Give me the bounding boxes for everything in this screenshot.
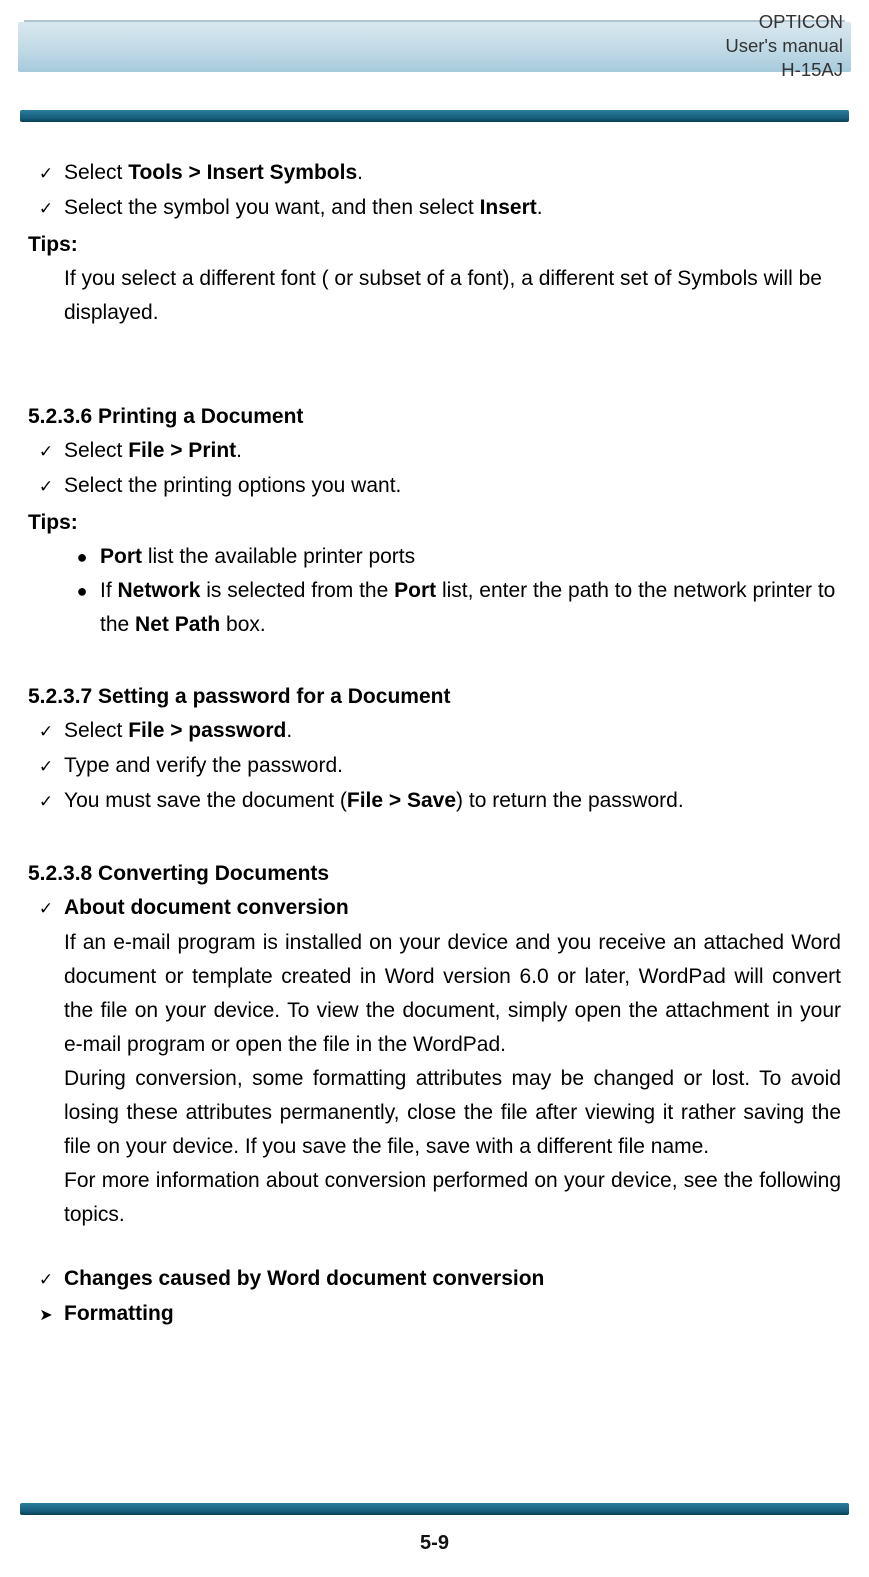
sub-bullet: ● Port list the available printer ports xyxy=(28,540,841,574)
tips-label: Tips: xyxy=(28,228,841,262)
step-text: Select Tools > Insert Symbols. xyxy=(64,156,841,190)
list-item: ✓ Type and verify the password. xyxy=(28,749,841,784)
check-icon: ✓ xyxy=(28,192,64,226)
bottom-bar xyxy=(20,1503,849,1515)
step-text: Select File > password. xyxy=(64,714,841,748)
section-heading-printing: 5.2.3.6 Printing a Document xyxy=(28,400,841,434)
sub-bullet: ● If Network is selected from the Port l… xyxy=(28,574,841,642)
body-content: ✓ Select Tools > Insert Symbols. ✓ Selec… xyxy=(0,122,869,1413)
tips-label: Tips: xyxy=(28,506,841,540)
paragraph: If an e-mail program is installed on you… xyxy=(64,926,841,1062)
paragraph: For more information about conversion pe… xyxy=(64,1164,841,1232)
step-text: Select File > Print. xyxy=(64,434,841,468)
tip-paragraph: If you select a different font ( or subs… xyxy=(64,262,841,330)
check-icon: ✓ xyxy=(28,435,64,469)
chevron-right-icon: ➤ xyxy=(28,1299,64,1333)
dot-icon: ● xyxy=(64,540,100,574)
page-header: OPTICON User's manual H-15AJ xyxy=(0,0,869,110)
list-item: ➤ Formatting xyxy=(28,1297,841,1333)
sub-heading: About document conversion xyxy=(64,891,841,925)
doc-label: User's manual xyxy=(725,34,843,58)
sub-heading: Changes caused by Word document conversi… xyxy=(64,1262,841,1296)
section-heading-converting: 5.2.3.8 Converting Documents xyxy=(28,857,841,891)
check-icon: ✓ xyxy=(28,1263,64,1297)
bullet-text: Port list the available printer ports xyxy=(100,540,841,574)
step-text: Type and verify the password. xyxy=(64,749,841,783)
step-text: You must save the document (File > Save)… xyxy=(64,784,841,818)
list-item: ✓ Changes caused by Word document conver… xyxy=(28,1262,841,1297)
list-item: ✓ Select Tools > Insert Symbols. xyxy=(28,156,841,191)
paragraph: During conversion, some formatting attri… xyxy=(64,1062,841,1164)
header-rule xyxy=(24,20,845,25)
bullet-text: If Network is selected from the Port lis… xyxy=(100,574,841,642)
page: OPTICON User's manual H-15AJ ✓ Select To… xyxy=(0,0,869,1577)
sub-heading: Formatting xyxy=(64,1297,841,1331)
list-item: ✓ Select the printing options you want. xyxy=(28,469,841,504)
page-number: 5-9 xyxy=(0,1532,869,1555)
section-heading-password: 5.2.3.7 Setting a password for a Documen… xyxy=(28,680,841,714)
list-item: ✓ Select the symbol you want, and then s… xyxy=(28,191,841,226)
model-label: H-15AJ xyxy=(725,58,843,82)
check-icon: ✓ xyxy=(28,892,64,926)
list-item: ✓ Select File > password. xyxy=(28,714,841,749)
check-icon: ✓ xyxy=(28,750,64,784)
check-icon: ✓ xyxy=(28,157,64,191)
list-item: ✓ You must save the document (File > Sav… xyxy=(28,784,841,819)
list-item: ✓ About document conversion xyxy=(28,891,841,926)
list-item: ✓ Select File > Print. xyxy=(28,434,841,469)
check-icon: ✓ xyxy=(28,715,64,749)
dot-icon: ● xyxy=(64,574,100,608)
step-text: Select the printing options you want. xyxy=(64,469,841,503)
check-icon: ✓ xyxy=(28,785,64,819)
check-icon: ✓ xyxy=(28,470,64,504)
header-text: OPTICON User's manual H-15AJ xyxy=(725,10,843,82)
top-bar xyxy=(20,110,849,122)
step-text: Select the symbol you want, and then sel… xyxy=(64,191,841,225)
brand-label: OPTICON xyxy=(725,10,843,34)
